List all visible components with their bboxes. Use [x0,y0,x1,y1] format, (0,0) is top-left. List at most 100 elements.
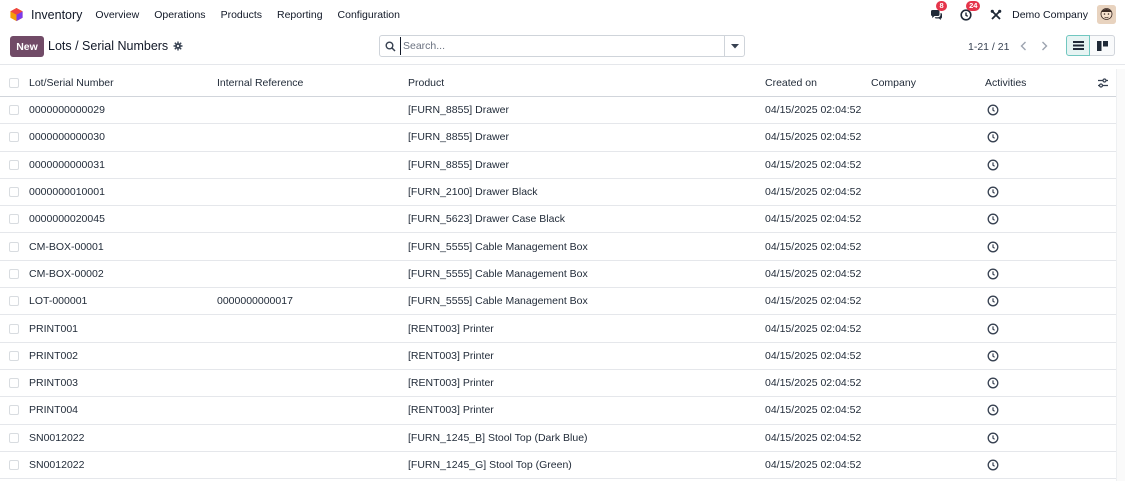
cell-product[interactable]: [RENT003] Printer [408,377,494,389]
cell-product[interactable]: [FURN_5555] Cable Management Box [408,241,588,253]
gear-icon[interactable] [173,41,183,51]
table-row[interactable]: 0000000020045 [FURN_5623] Drawer Case Bla… [0,206,1125,234]
cell-product[interactable]: [RENT003] Printer [408,323,494,335]
cell-product[interactable]: [FURN_1245_B] Stool Top (Dark Blue) [408,432,588,444]
row-checkbox[interactable] [9,214,19,225]
column-settings-icon[interactable] [1097,77,1109,89]
cell-product[interactable]: [RENT003] Printer [408,404,494,416]
table-row[interactable]: SN0012022 [FURN_1245_G] Stool Top (Green)… [0,452,1125,480]
activity-clock-icon[interactable] [987,131,999,143]
row-checkbox[interactable] [9,405,19,416]
table-row[interactable]: SN0012022 [FURN_1245_B] Stool Top (Dark B… [0,425,1125,452]
table-row[interactable]: PRINT003 [RENT003] Printer 04/15/2025 02:0… [0,370,1125,398]
menu-products[interactable]: Products [221,9,262,21]
row-checkbox[interactable] [9,132,19,143]
select-all-checkbox[interactable] [9,77,19,88]
activity-clock-icon[interactable] [987,459,999,471]
header-internal-reference[interactable]: Internal Reference [217,77,303,89]
cell-product[interactable]: [FURN_5623] Drawer Case Black [408,213,565,225]
table-row[interactable]: CM-BOX-00001 [FURN_5555] Cable Management… [0,233,1125,261]
cell-product[interactable]: [FURN_8855] Drawer [408,159,509,171]
table-row[interactable]: 0000000000030 [FURN_8855] Drawer 04/15/202… [0,124,1125,152]
activity-clock-icon[interactable] [987,268,999,280]
cell-lot-serial[interactable]: PRINT004 [29,404,78,416]
cell-lot-serial[interactable]: 0000000000031 [29,159,105,171]
row-checkbox[interactable] [9,268,19,279]
menu-reporting[interactable]: Reporting [277,9,323,21]
row-checkbox[interactable] [9,378,19,389]
search-button[interactable] [380,36,400,56]
search-options-toggle[interactable] [724,36,744,56]
row-checkbox[interactable] [9,323,19,334]
row-checkbox[interactable] [9,159,19,170]
cell-created-on[interactable]: 04/15/2025 02:04:52 [765,268,861,280]
cell-lot-serial[interactable]: PRINT002 [29,350,78,362]
cell-lot-serial[interactable]: 0000000010001 [29,186,105,198]
activity-clock-icon[interactable] [987,213,999,225]
app-name[interactable]: Inventory [31,8,82,22]
cell-lot-serial[interactable]: 0000000020045 [29,213,105,225]
user-avatar[interactable] [1097,5,1116,24]
menu-operations[interactable]: Operations [154,9,205,21]
cell-created-on[interactable]: 04/15/2025 02:04:52 [765,104,861,116]
row-checkbox[interactable] [9,187,19,198]
cell-created-on[interactable]: 04/15/2025 02:04:52 [765,241,861,253]
row-checkbox[interactable] [9,105,19,116]
cell-lot-serial[interactable]: PRINT001 [29,323,78,335]
header-activities[interactable]: Activities [985,77,1026,89]
cell-created-on[interactable]: 04/15/2025 02:04:52 [765,295,861,307]
messages-button[interactable]: 8 [928,0,948,23]
cell-product[interactable]: [FURN_8855] Drawer [408,131,509,143]
activity-clock-icon[interactable] [987,159,999,171]
activity-clock-icon[interactable] [987,350,999,362]
cell-created-on[interactable]: 04/15/2025 02:04:52 [765,131,861,143]
activity-clock-icon[interactable] [987,323,999,335]
cell-product[interactable]: [FURN_5555] Cable Management Box [408,295,588,307]
row-checkbox[interactable] [9,350,19,361]
table-row[interactable]: 0000000000029 [FURN_8855] Drawer 04/15/202… [0,97,1125,125]
cell-lot-serial[interactable]: PRINT003 [29,377,78,389]
table-row[interactable]: CM-BOX-00002 [FURN_5555] Cable Management… [0,261,1125,289]
cell-lot-serial[interactable]: LOT-000001 [29,295,87,307]
activity-clock-icon[interactable] [987,186,999,198]
cell-created-on[interactable]: 04/15/2025 02:04:52 [765,377,861,389]
cell-product[interactable]: [RENT003] Printer [408,350,494,362]
pager-previous-button[interactable] [1016,39,1030,53]
activity-clock-icon[interactable] [987,241,999,253]
table-row[interactable]: LOT-000001 0000000000017 [FURN_5555] Cable… [0,288,1125,316]
kanban-view-button[interactable] [1090,35,1115,56]
cell-product[interactable]: [FURN_1245_G] Stool Top (Green) [408,459,572,471]
activities-button[interactable]: 24 [958,0,981,23]
cell-created-on[interactable]: 04/15/2025 02:04:52 [765,159,861,171]
cell-created-on[interactable]: 04/15/2025 02:04:52 [765,350,861,362]
cell-lot-serial[interactable]: 0000000000029 [29,104,105,116]
cell-created-on[interactable]: 04/15/2025 02:04:52 [765,404,861,416]
cell-created-on[interactable]: 04/15/2025 02:04:52 [765,459,861,471]
table-row[interactable]: PRINT001 [RENT003] Printer 04/15/2025 02:0… [0,315,1125,343]
search-input[interactable] [400,37,724,55]
activity-clock-icon[interactable] [987,432,999,444]
header-lot-serial[interactable]: Lot/Serial Number [29,77,114,89]
pager-value[interactable]: 1-21 / 21 [968,41,1009,53]
header-product[interactable]: Product [408,77,444,89]
cell-lot-serial[interactable]: SN0012022 [29,459,84,471]
cell-product[interactable]: [FURN_2100] Drawer Black [408,186,538,198]
new-button[interactable]: New [10,36,44,57]
activity-clock-icon[interactable] [987,377,999,389]
table-row[interactable]: PRINT004 [RENT003] Printer 04/15/2025 02:0… [0,397,1125,425]
activity-clock-icon[interactable] [987,404,999,416]
company-switcher[interactable]: Demo Company [1012,9,1088,21]
table-row[interactable]: PRINT002 [RENT003] Printer 04/15/2025 02:0… [0,343,1125,370]
row-checkbox[interactable] [9,460,19,470]
cell-product[interactable]: [FURN_5555] Cable Management Box [408,268,588,280]
cell-product[interactable]: [FURN_8855] Drawer [408,104,509,116]
menu-overview[interactable]: Overview [95,9,139,21]
app-logo-icon[interactable] [9,7,24,22]
cell-lot-serial[interactable]: 0000000000030 [29,131,105,143]
pager-next-button[interactable] [1037,39,1051,53]
cell-created-on[interactable]: 04/15/2025 02:04:52 [765,186,861,198]
row-checkbox[interactable] [9,241,19,252]
header-company[interactable]: Company [871,77,916,89]
row-checkbox[interactable] [9,296,19,307]
debug-tools-button[interactable] [988,7,1004,23]
